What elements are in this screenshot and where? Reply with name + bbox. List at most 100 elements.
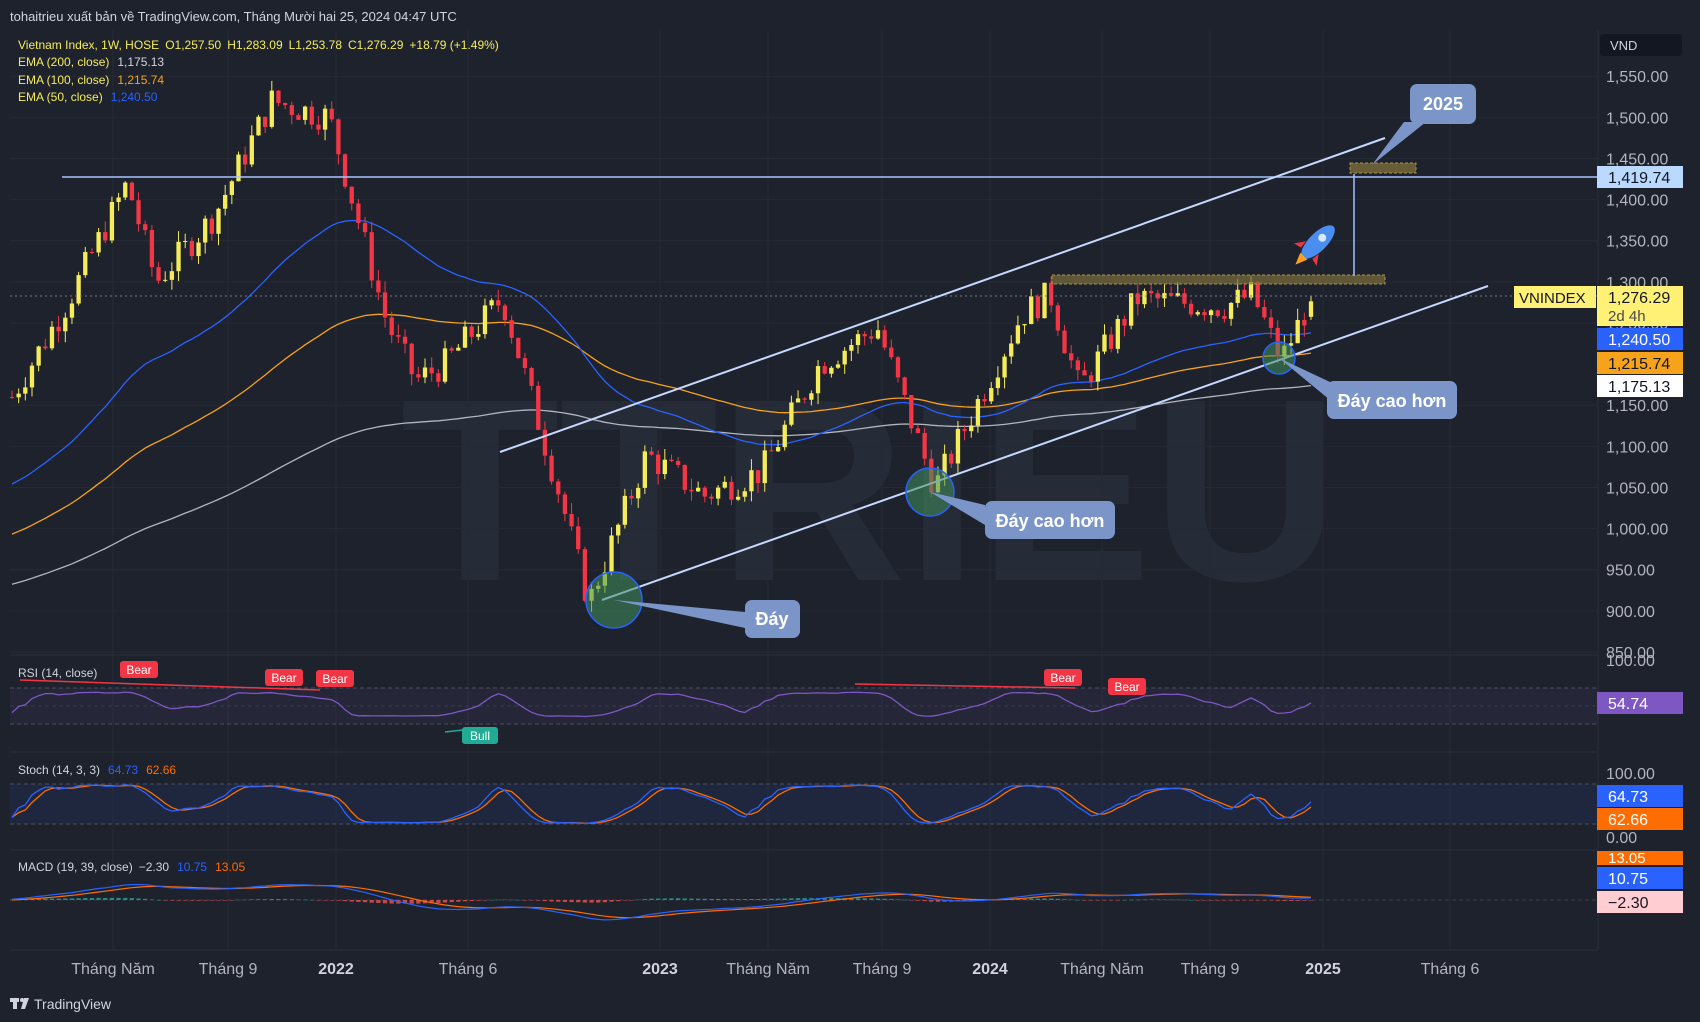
time-tick-label: 2025 xyxy=(1305,961,1341,978)
stoch-legend: Stoch (14, 3, 3) 64.73 62.66 xyxy=(18,763,176,777)
candle-body xyxy=(1135,293,1140,305)
candle-body xyxy=(83,252,88,276)
candle-body xyxy=(496,300,501,306)
stoch-pane[interactable]: Stoch (14, 3, 3) 64.73 62.66 100.00 0.00 6… xyxy=(10,763,1683,847)
time-axis[interactable]: Tháng Năm Tháng 9 2022 Tháng 6 2023 Tháng Năm… xyxy=(71,961,1479,978)
macd-hist-bar xyxy=(1215,900,1220,901)
rsi-pane[interactable]: RSI (14, close) Bear Bear Bear Bull Bear… xyxy=(10,653,1683,744)
macd-hist-bar xyxy=(556,900,561,902)
candle-body xyxy=(889,347,894,358)
price-tick-label: 950.00 xyxy=(1606,563,1655,580)
callout-bottom-text: Đáy xyxy=(755,609,788,629)
candle-body xyxy=(975,399,981,426)
candle-body xyxy=(676,460,681,465)
macd-hist-bar xyxy=(489,899,494,901)
macd-hist-bar xyxy=(223,900,228,901)
candle-body xyxy=(695,487,701,492)
rsi-signal-bear-text: Bear xyxy=(1114,680,1139,694)
candle-body xyxy=(43,346,48,349)
macd-hist-bar xyxy=(616,900,621,902)
macd-hist-bar xyxy=(382,900,388,904)
macd-hist-bar xyxy=(582,900,588,903)
macd-hist-bar xyxy=(1082,900,1087,901)
candle-body xyxy=(396,335,401,337)
macd-hist-bar xyxy=(596,900,601,903)
candle-body xyxy=(755,470,761,484)
macd-hist-bar xyxy=(362,900,368,903)
stoch-d-text: 62.66 xyxy=(1608,812,1648,829)
macd-hist-bar xyxy=(309,899,314,901)
candle-body xyxy=(569,513,574,527)
macd-hist-bar xyxy=(1248,900,1254,901)
candle-body xyxy=(243,154,248,165)
macd-hist-bar xyxy=(602,900,608,903)
candle-body xyxy=(609,535,614,573)
macd-hist-bar xyxy=(662,898,667,900)
candle-body xyxy=(842,350,847,365)
candle-body xyxy=(176,241,181,272)
macd-hist-bar xyxy=(1062,899,1067,900)
candle-body xyxy=(1009,343,1014,357)
candle-body xyxy=(429,367,434,374)
candle-body xyxy=(1168,293,1174,296)
macd-hist-bar xyxy=(1135,899,1140,901)
time-tick-label: Tháng Năm xyxy=(1060,961,1144,978)
tradingview-footer[interactable]: TradingView xyxy=(10,996,112,1012)
macd-hist-bar xyxy=(369,900,374,903)
macd-hist-bar xyxy=(289,899,294,900)
macd-hist-bar xyxy=(522,900,528,901)
tradingview-logo-icon xyxy=(10,998,29,1009)
time-tick-label: Tháng 9 xyxy=(1181,961,1240,978)
macd-hist-bar xyxy=(1175,899,1180,901)
candle-body xyxy=(123,182,128,198)
time-tick-label: Tháng 6 xyxy=(1421,961,1480,978)
macd-hist-bar xyxy=(302,899,308,901)
candle-body xyxy=(189,241,195,257)
candle-body xyxy=(183,241,188,243)
candle-body xyxy=(1035,296,1041,319)
macd-hist-bar xyxy=(742,899,747,900)
macd-hist-bar xyxy=(342,900,348,902)
macd-hist-bar xyxy=(1069,899,1074,901)
macd-hist-bar xyxy=(689,898,694,900)
candle-body xyxy=(449,348,454,351)
macd-histogram xyxy=(9,897,1314,904)
chart-canvas[interactable]: tohaitrieu xuất bản về TradingView.com, … xyxy=(0,0,1700,1022)
rsi-value-text: 54.74 xyxy=(1608,696,1648,713)
candle-body xyxy=(849,345,854,351)
macd-hist-bar xyxy=(1115,900,1120,901)
candle-body xyxy=(616,524,621,536)
candle-body xyxy=(1182,293,1187,304)
time-tick-label: Tháng 6 xyxy=(439,961,498,978)
candle-body xyxy=(223,194,228,209)
candle-body xyxy=(143,224,148,231)
macd-hist-bar xyxy=(103,897,108,900)
macd-hist-bar xyxy=(169,900,175,901)
candle-body xyxy=(329,108,334,120)
candle-body xyxy=(203,218,208,243)
candle-body xyxy=(149,230,155,268)
macd-hist-bar xyxy=(249,899,254,900)
candle-body xyxy=(789,402,794,425)
candle-body xyxy=(622,495,628,525)
macd-pane[interactable]: MACD (19, 39, close) −2.30 10.75 13.05 13.0… xyxy=(9,850,1683,921)
candle-body xyxy=(709,496,714,499)
macd-hist-bar xyxy=(642,899,647,900)
candle-body xyxy=(1069,353,1074,361)
time-tick-label: Tháng 9 xyxy=(853,961,912,978)
candle-body xyxy=(1122,319,1127,326)
macd-hist-bar xyxy=(269,899,274,900)
candle-body xyxy=(642,451,647,488)
macd-hist-bar xyxy=(576,900,581,903)
candle-body xyxy=(895,357,901,378)
candle-body xyxy=(882,330,887,348)
candle-body xyxy=(1255,281,1260,308)
candle-body xyxy=(1202,312,1207,316)
target-zone[interactable] xyxy=(1349,162,1417,174)
candle-body xyxy=(689,489,694,492)
legend-symbol-line: Vietnam Index, 1W, HOSE O1,257.50 H1,283.0… xyxy=(18,38,499,52)
macd-hist-bar xyxy=(442,900,448,903)
resistance-zone[interactable] xyxy=(1051,274,1386,285)
candle-body xyxy=(402,336,408,344)
macd-hist-bar xyxy=(882,898,887,900)
